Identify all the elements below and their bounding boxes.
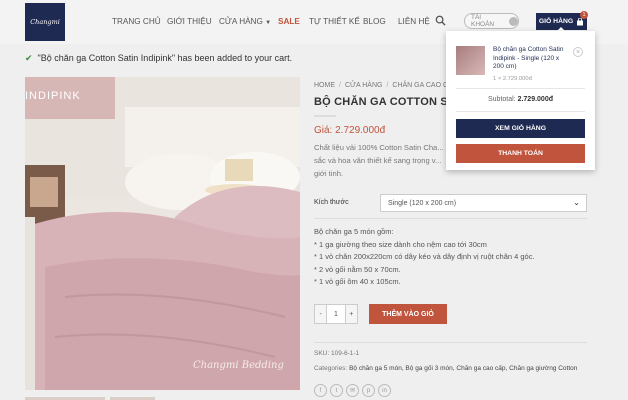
email-icon[interactable]: ✉ <box>346 384 359 397</box>
size-select-value: Single (120 x 200 cm) <box>388 199 457 207</box>
details-line: * 2 vỏ gối nằm 50 x 70cm. <box>314 264 401 274</box>
details-line: Bộ chăn ga 5 món gồm: <box>314 227 394 236</box>
breadcrumb-shop[interactable]: CỬA HÀNG <box>345 82 383 89</box>
breadcrumb-home[interactable]: HOME <box>314 82 335 89</box>
categories-label: Categories: <box>314 365 348 372</box>
product-price: Giá: 2.729.000đ <box>314 125 386 136</box>
subtotal-label: Subtotal: <box>487 96 516 103</box>
notice-message: "Bộ chăn ga Cotton Satin Indipink" has b… <box>37 53 293 63</box>
product-details: Bộ chăn ga 5 món gồm: * 1 ga giường theo… <box>314 226 535 289</box>
size-option-label: Kích thước <box>314 199 349 206</box>
divider <box>314 218 587 219</box>
qty-decrease-button[interactable]: - <box>315 305 327 323</box>
remove-item-icon[interactable]: × <box>573 47 583 57</box>
account-button[interactable]: TÀI KHOẢN <box>464 13 519 29</box>
title-divider <box>314 115 336 117</box>
product-sku: SKU: 109-6-1-1 <box>314 350 360 357</box>
linkedin-icon[interactable]: in <box>378 384 391 397</box>
nav-contact[interactable]: LIÊN HỆ <box>398 17 430 26</box>
checkout-button[interactable]: THANH TOÁN <box>456 144 585 163</box>
account-label: TÀI KHOẢN <box>471 14 495 28</box>
cart-item-name[interactable]: Bộ chăn ga Cotton Satin Indipink - Singl… <box>493 46 571 72</box>
categories-links[interactable]: Bộ chăn ga 5 món, Bộ ga gối 3 món, Chăn … <box>349 365 577 372</box>
twitter-icon[interactable]: t <box>330 384 343 397</box>
details-line: * 1 ga giường theo size dành cho nệm cao… <box>314 239 487 249</box>
image-signature: Changmi Bedding <box>193 360 284 371</box>
image-label: INDIPINK <box>25 90 81 102</box>
nav-about[interactable]: GIỚI THIỆU <box>167 17 212 26</box>
chevron-down-icon: ▼ <box>265 20 272 26</box>
cart-item-quantity: 1 × 2.729.000đ <box>493 76 532 82</box>
cart-label: GIỎ HÀNG <box>538 18 574 25</box>
cart-subtotal: Subtotal: 2.729.000đ <box>446 96 595 103</box>
check-icon: ✔ <box>25 53 33 63</box>
logo-text: Changmi <box>30 18 60 26</box>
breadcrumb: HOME / CỬA HÀNG / CHĂN GA CAO CẤ... <box>314 82 459 89</box>
facebook-icon[interactable]: f <box>314 384 327 397</box>
view-cart-button[interactable]: XEM GIỎ HÀNG <box>456 119 585 138</box>
qty-increase-button[interactable]: + <box>345 305 357 323</box>
share-icons: f t ✉ p in <box>314 384 391 397</box>
pinterest-icon[interactable]: p <box>362 384 375 397</box>
cart-item-thumbnail[interactable] <box>456 46 485 75</box>
nav-shop[interactable]: CỬA HÀNG ▼ <box>219 17 271 26</box>
add-to-cart-button[interactable]: THÊM VÀO GIỎ <box>369 304 447 324</box>
nav-design[interactable]: TỰ THIẾT KẾ <box>309 17 360 26</box>
product-description: Chất liệu vải 100% Cotton Satin Cha... s… <box>314 143 444 178</box>
subtotal-value: 2.729.000đ <box>517 96 553 103</box>
product-image[interactable] <box>25 77 300 390</box>
nav-blog[interactable]: BLOG <box>363 17 386 26</box>
nav-home[interactable]: TRANG CHỦ <box>112 17 161 26</box>
site-logo[interactable]: Changmi <box>25 3 65 41</box>
search-icon[interactable] <box>435 15 446 26</box>
quantity-stepper: - 1 + <box>314 304 358 324</box>
details-line: * 1 vỏ gối ôm 40 x 105cm. <box>314 277 401 286</box>
divider <box>456 88 585 89</box>
user-icon <box>509 16 518 26</box>
product-categories: Categories: Bộ chăn ga 5 món, Bộ ga gối … <box>314 365 577 372</box>
size-select[interactable]: Single (120 x 200 cm) ⌄ <box>380 194 587 212</box>
nav-sale[interactable]: SALE <box>278 17 300 26</box>
chevron-down-icon: ⌄ <box>573 198 580 207</box>
mini-cart-dropdown: Bộ chăn ga Cotton Satin Indipink - Singl… <box>446 31 595 170</box>
nav-shop-label: CỬA HÀNG <box>219 17 263 26</box>
cart-count-badge: 1 <box>580 11 588 19</box>
details-line: * 1 vỏ chăn 200x220cm có dây kéo và dây … <box>314 252 535 261</box>
added-to-cart-notice: ✔ "Bộ chăn ga Cotton Satin Indipink" has… <box>25 53 292 64</box>
divider <box>314 342 587 343</box>
qty-input[interactable]: 1 <box>326 305 346 323</box>
divider <box>456 111 585 112</box>
